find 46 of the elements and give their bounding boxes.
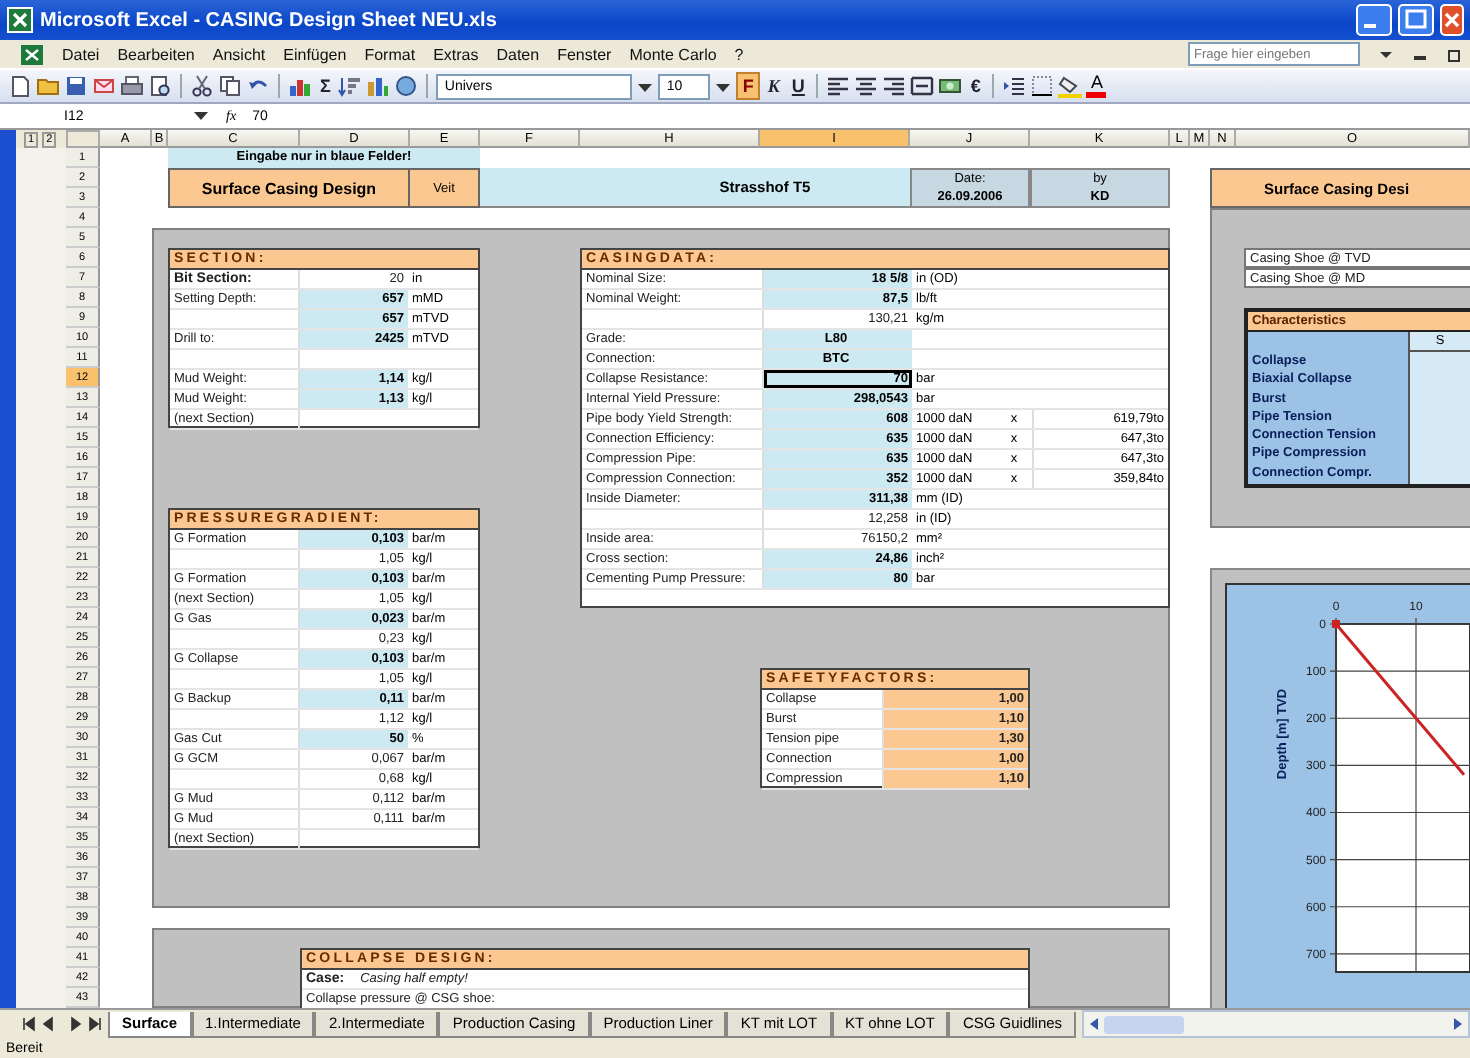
scissors-icon[interactable] xyxy=(190,74,214,98)
indent-icon[interactable] xyxy=(1002,74,1027,98)
bar-chart-icon[interactable] xyxy=(288,74,312,98)
folder-icon[interactable] xyxy=(36,74,60,98)
menu-item[interactable]: ? xyxy=(734,45,744,63)
menu-item[interactable]: Bearbeiten xyxy=(117,45,195,63)
align-left-icon[interactable] xyxy=(826,74,851,98)
printer-icon[interactable] xyxy=(120,74,144,98)
window-title: Microsoft Excel - CASING Design Sheet NEU.xls xyxy=(40,9,497,31)
sheet-title: Surface Casing Design xyxy=(168,168,410,208)
bold-button[interactable]: F xyxy=(736,72,760,100)
scroll-thumb[interactable] xyxy=(1104,1015,1185,1033)
underline-button[interactable]: U xyxy=(787,74,809,98)
bar-chart-icon[interactable] xyxy=(366,74,391,98)
spreadsheet-icon[interactable] xyxy=(20,43,44,65)
merge-icon[interactable] xyxy=(910,74,935,98)
autosum-button[interactable]: Σ xyxy=(316,74,335,98)
font-color-button[interactable]: A xyxy=(1086,74,1107,98)
menu-item[interactable]: Format xyxy=(364,45,416,63)
dropdown-arrow-icon[interactable] xyxy=(1378,46,1394,62)
euro-button[interactable]: € xyxy=(966,74,985,98)
menu-item[interactable]: Datei xyxy=(62,45,100,63)
align-right-icon[interactable] xyxy=(882,74,907,98)
menu-item[interactable]: Einfügen xyxy=(283,45,347,63)
menu-item[interactable]: Fenster xyxy=(557,45,612,63)
copy-icon[interactable] xyxy=(218,74,242,98)
menu-item[interactable]: Monte Carlo xyxy=(629,45,717,63)
document-icon[interactable] xyxy=(8,74,32,98)
borders-icon[interactable] xyxy=(1030,74,1055,98)
sort-icon[interactable] xyxy=(338,74,363,98)
align-center-icon[interactable] xyxy=(854,74,879,98)
print-preview-icon[interactable] xyxy=(148,74,172,98)
close-icon[interactable] xyxy=(1440,4,1464,36)
spreadsheet-icon xyxy=(6,6,34,34)
fill-color-icon[interactable] xyxy=(1058,74,1083,98)
envelope-icon[interactable] xyxy=(92,74,116,98)
menu-item[interactable]: Ansicht xyxy=(212,45,266,63)
currency-icon[interactable] xyxy=(938,74,963,98)
menu-item[interactable]: Daten xyxy=(496,45,540,63)
circle-icon[interactable] xyxy=(394,74,419,98)
menu-item[interactable]: Extras xyxy=(433,45,479,63)
horizontal-scrollbar[interactable] xyxy=(1082,1010,1470,1038)
save-icon[interactable] xyxy=(64,74,88,98)
italic-button[interactable]: K xyxy=(763,74,784,98)
restore-icon[interactable] xyxy=(1446,46,1462,62)
maximize-icon[interactable] xyxy=(1398,4,1434,36)
